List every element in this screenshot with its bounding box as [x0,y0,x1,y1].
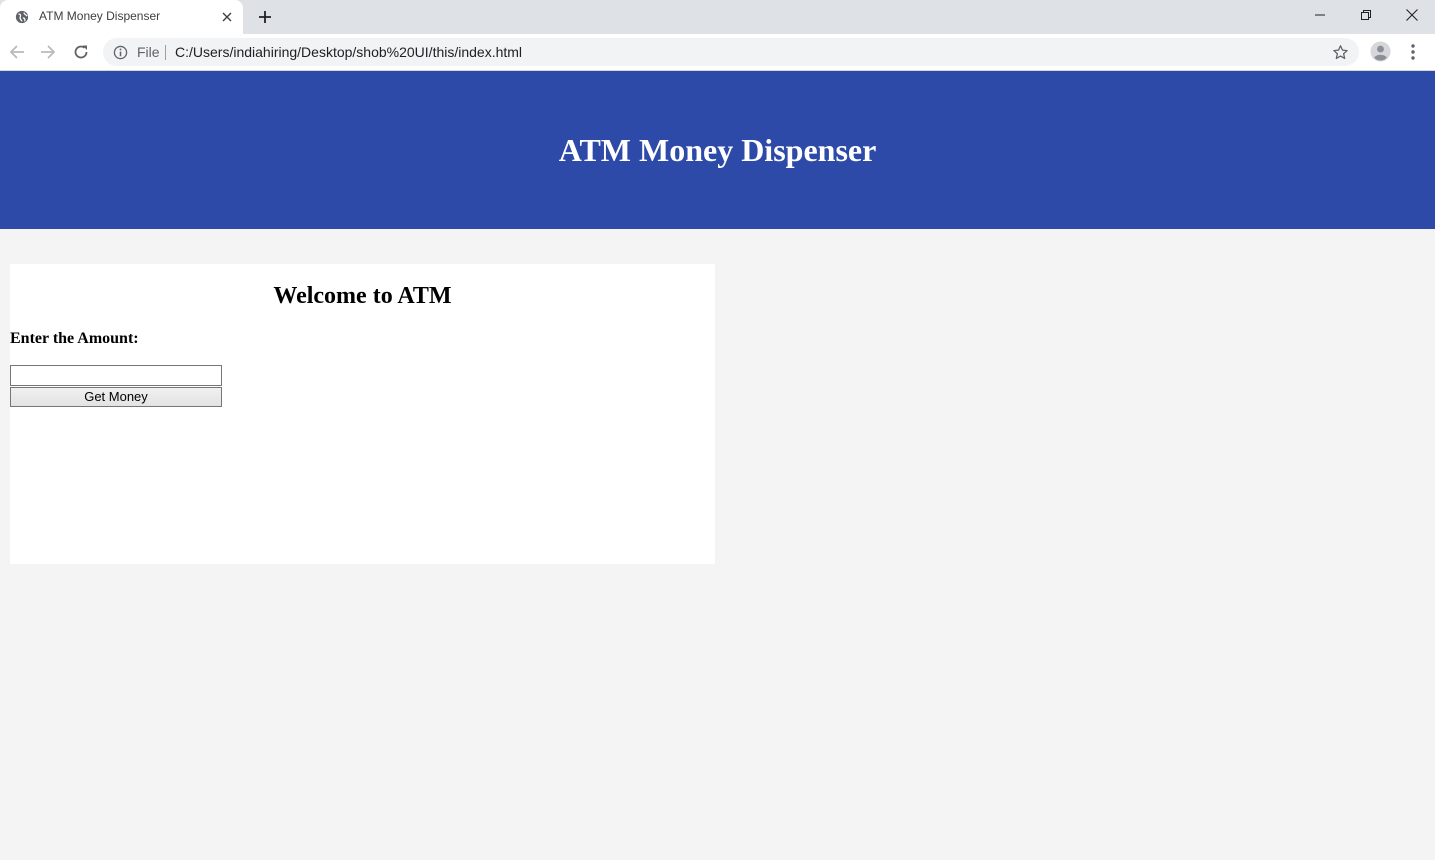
scheme-label: File [137,44,160,60]
globe-icon [15,10,29,24]
new-tab-button[interactable] [255,7,275,27]
tab-title: ATM Money Dispenser [39,9,161,23]
arrow-right-icon [41,45,56,59]
info-icon[interactable] [113,45,128,60]
restore-button[interactable] [1343,0,1389,30]
kebab-menu-icon[interactable] [1404,42,1422,62]
address-bar[interactable]: File C:/Users/indiahiring/Desktop/shob%2… [103,38,1359,66]
welcome-heading: Welcome to ATM [273,283,452,309]
page-title: ATM Money Dispenser [558,132,877,168]
get-money-button[interactable]: Get Money [10,387,222,407]
reload-button[interactable] [69,40,93,64]
minimize-button[interactable] [1297,0,1343,30]
browser-tab[interactable]: ATM Money Dispenser [0,0,243,34]
back-button[interactable] [5,40,29,64]
window-close-button[interactable] [1389,0,1435,30]
plus-icon [259,11,271,23]
close-icon [222,12,232,22]
reload-icon [74,45,88,59]
browser-tab-strip: ATM Money Dispenser [0,0,1435,34]
atm-panel: Welcome to ATM Enter the Amount: Get Mon… [10,264,715,564]
amount-input[interactable] [10,365,222,386]
restore-icon [1361,10,1371,20]
browser-toolbar: File C:/Users/indiahiring/Desktop/shob%2… [0,34,1435,71]
page-header: ATM Money Dispenser [0,71,1435,229]
star-icon[interactable] [1332,44,1349,61]
amount-label: Enter the Amount: [10,330,139,347]
forward-button[interactable] [36,40,60,64]
address-separator [165,45,166,60]
profile-icon[interactable] [1370,41,1391,62]
minimize-icon [1315,14,1325,16]
close-icon [1406,9,1418,21]
url-text[interactable]: C:/Users/indiahiring/Desktop/shob%20UI/t… [175,44,522,60]
arrow-left-icon [9,45,24,59]
tab-close-button[interactable] [218,8,236,26]
